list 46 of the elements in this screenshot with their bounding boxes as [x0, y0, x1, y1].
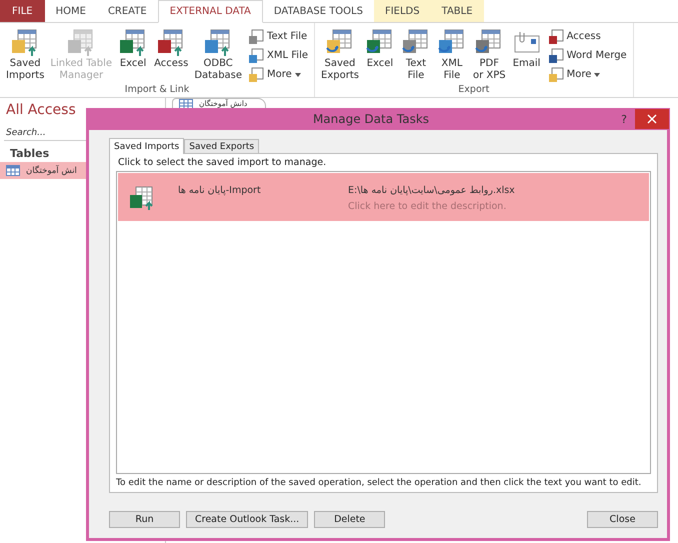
ribbon-button[interactable]: Word Merge: [544, 47, 630, 64]
pane-title: All Access: [5, 102, 77, 120]
close-button[interactable]: [635, 109, 669, 129]
caret-icon: [294, 72, 301, 76]
dialog-button[interactable]: Run: [109, 511, 180, 528]
ribbon-button[interactable]: Saved Exports: [318, 26, 362, 84]
ribbon-button[interactable]: PDF or XPS: [470, 26, 509, 84]
dialog-title: Manage Data Tasks: [312, 112, 430, 126]
ribbon-button[interactable]: Access: [544, 28, 630, 45]
file-path: E:\روابط عمومی\سایت\پایان نامه ها.xlsx: [348, 185, 515, 196]
ribbon-tab[interactable]: EXTERNAL DATA: [158, 0, 263, 23]
section-header: Tables: [9, 146, 50, 162]
dialog-button[interactable]: Create Outlook Task...: [186, 511, 308, 528]
close-icon: [647, 114, 657, 124]
group-label: Export: [457, 84, 490, 97]
ribbon-button[interactable]: Excel: [115, 26, 152, 84]
ribbon-tab[interactable]: CREATE: [96, 0, 158, 22]
spreadsheet-import-icon: [128, 185, 154, 211]
ribbon-button[interactable]: More: [245, 66, 311, 83]
ribbon-button[interactable]: Text File: [398, 26, 434, 84]
ribbon-tab[interactable]: FILE: [0, 0, 45, 22]
ribbon-tab[interactable]: HOME: [44, 0, 97, 22]
ribbon-button[interactable]: Excel: [362, 26, 398, 84]
task-name: پایان نامه ها-Import: [177, 185, 262, 196]
ribbon-button[interactable]: More: [544, 66, 630, 83]
dialog-tab[interactable]: Saved Exports: [184, 139, 260, 153]
ribbon-button[interactable]: Email: [508, 26, 545, 84]
group-label: Import & Link: [124, 84, 190, 97]
ribbon-tab[interactable]: FIELDS: [374, 0, 431, 22]
ribbon-button[interactable]: Access: [151, 26, 192, 84]
dialog-button[interactable]: Delete: [314, 511, 386, 528]
ribbon-button[interactable]: Text File: [245, 28, 311, 45]
ribbon-tab[interactable]: DATABASE TOOLS: [262, 0, 374, 22]
table-icon: [6, 165, 20, 176]
description-text: Click here to edit the description.: [348, 201, 508, 212]
dialog-button[interactable]: Close: [587, 511, 658, 528]
caret-icon: [594, 72, 600, 76]
help-button[interactable]: ?: [613, 112, 635, 126]
dialog-tab[interactable]: Saved Imports: [109, 138, 184, 154]
ribbon-button[interactable]: ODBC Database: [191, 26, 246, 84]
ribbon-button[interactable]: Saved Imports: [3, 26, 48, 84]
ribbon-button[interactable]: XML File: [245, 47, 311, 64]
ribbon-button[interactable]: XML File: [434, 26, 470, 84]
ribbon-tab[interactable]: TABLE: [430, 0, 484, 22]
table-icon: [179, 98, 193, 110]
hint-text: To edit the name or description of the saved operation, select the operation and then click the text you want to edit.: [116, 477, 642, 489]
